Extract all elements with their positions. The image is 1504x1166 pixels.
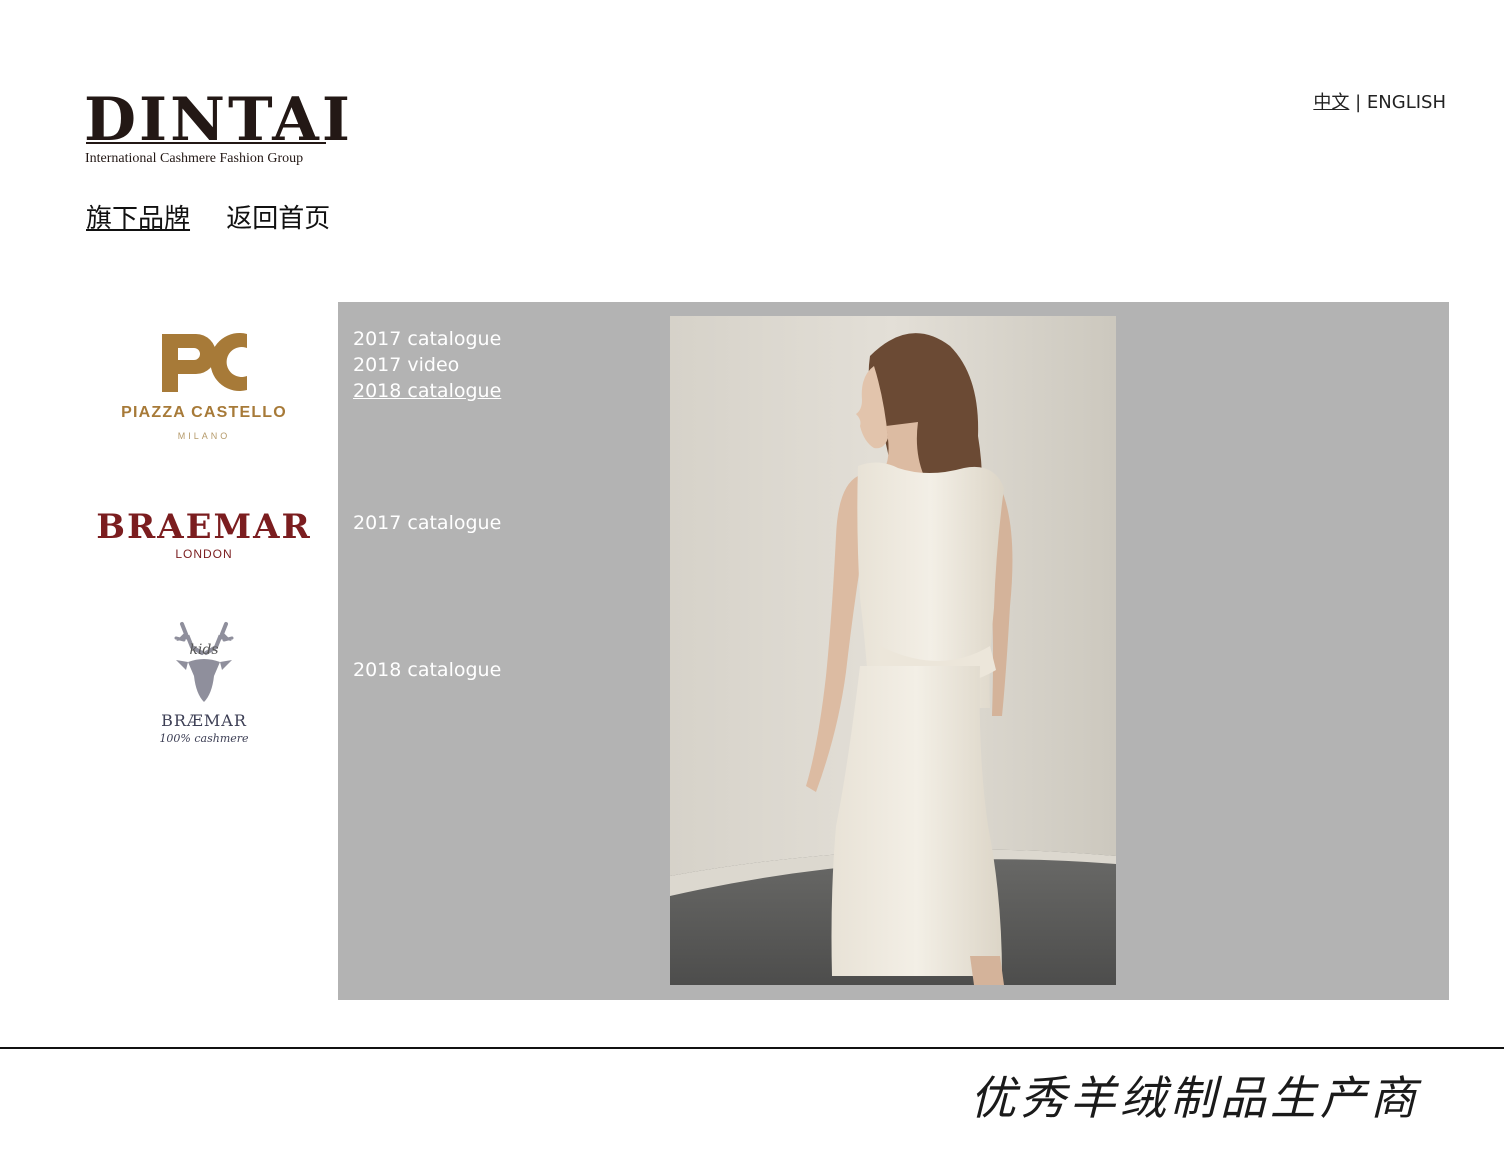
brand-braemar-kids[interactable]: kids BRÆMAR 100% cashmere: [84, 620, 324, 748]
deer-kids-logo-icon: kids BRÆMAR 100% cashmere: [159, 622, 249, 745]
piazza-castello-logo-icon: PIAZZA CASTELLO MILANO: [121, 333, 287, 441]
brand-sub-london: LONDON: [175, 547, 232, 561]
dintai-logo[interactable]: DINTAI International Cashmere Fashion Gr…: [84, 90, 350, 170]
kids-badge: kids: [189, 642, 218, 658]
lang-chinese-link[interactable]: 中文: [1313, 92, 1349, 113]
brand-piazza-castello[interactable]: PIAZZA CASTELLO MILANO: [84, 330, 324, 441]
piazza-2017-video-link[interactable]: 2017 video: [353, 352, 501, 378]
language-switch: 中文 | ENGLISH: [1313, 88, 1446, 114]
piazza-2017-catalogue-link[interactable]: 2017 catalogue: [353, 326, 501, 352]
braemar-links: 2017 catalogue: [353, 510, 501, 536]
logo-wordmark: DINTAI: [84, 85, 353, 155]
piazza-links: 2017 catalogue 2017 video 2018 catalogue: [353, 326, 501, 404]
kids-2018-catalogue-link[interactable]: 2018 catalogue: [353, 657, 501, 683]
main-nav: 旗下品牌 返回首页: [86, 198, 358, 235]
brand-sub-milano: MILANO: [178, 431, 231, 440]
braemar-2017-catalogue-link[interactable]: 2017 catalogue: [353, 510, 501, 536]
lang-english-link[interactable]: ENGLISH: [1367, 92, 1446, 113]
kids-links: 2018 catalogue: [353, 657, 501, 683]
footer-divider: [0, 1047, 1504, 1049]
brand-name-braemar: BRAEMAR: [96, 507, 312, 547]
lang-separator: |: [1355, 92, 1362, 113]
page: DINTAI International Cashmere Fashion Gr…: [0, 0, 1504, 1166]
brand-name-piazza: PIAZZA CASTELLO: [121, 404, 287, 421]
model-image: [670, 316, 1116, 985]
footer-slogan: 优秀羊绒制品生产商: [970, 1071, 1420, 1125]
brand-braemar[interactable]: BRAEMAR LONDON: [84, 506, 324, 562]
model-photo: [670, 316, 1116, 985]
braemar-logo-icon: BRAEMAR LONDON: [96, 507, 312, 561]
piazza-2018-catalogue-link[interactable]: 2018 catalogue: [353, 378, 501, 404]
nav-brands[interactable]: 旗下品牌: [86, 204, 190, 234]
brand-name-braemar-kids: BRÆMAR: [161, 711, 247, 730]
logo-tagline: International Cashmere Fashion Group: [85, 151, 304, 166]
logo-divider: [86, 142, 326, 144]
nav-home[interactable]: 返回首页: [226, 204, 330, 234]
brand-sub-cashmere: 100% cashmere: [159, 732, 249, 745]
catalogue-panel: 2017 catalogue 2017 video 2018 catalogue…: [338, 302, 1449, 1000]
